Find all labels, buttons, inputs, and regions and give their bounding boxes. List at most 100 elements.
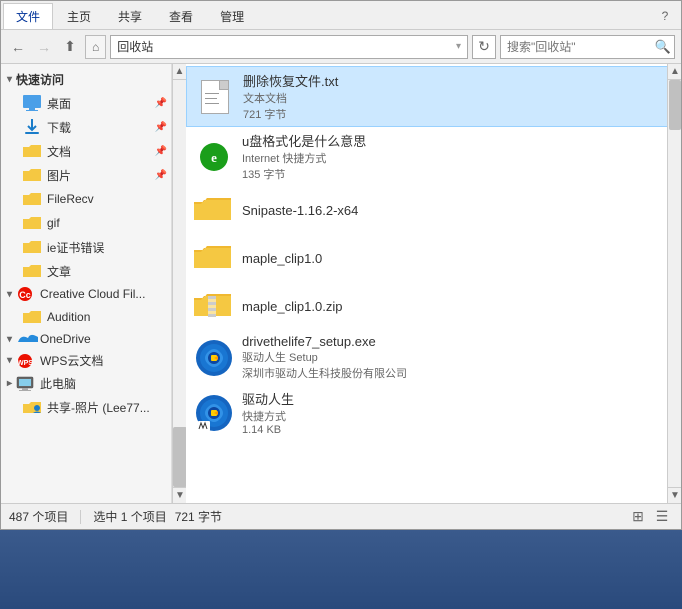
file-item-snipaste[interactable]: Snipaste-1.16.2-x64 [186, 186, 681, 234]
sidebar-item-article[interactable]: 文章 [1, 259, 171, 283]
file-meta-drivelife-setup: 驱动人生 Setup 深圳市驱动人生科技股份有限公司 [242, 349, 673, 381]
sidebar-scrollbar-thumb[interactable] [173, 427, 187, 487]
tab-share[interactable]: 共享 [105, 3, 155, 29]
ie-cert-folder-icon [23, 238, 41, 256]
sidebar-item-gif[interactable]: gif [1, 211, 171, 235]
help-button[interactable]: ? [653, 3, 677, 29]
sidebar-item-shared[interactable]: 共享-照片 (Lee77... [1, 395, 171, 419]
file-item-maple-zip[interactable]: maple_clip1.0.zip [186, 282, 681, 330]
file-item-usb-format[interactable]: e u盘格式化是什么意思 Internet 快捷方式 135 字节 [186, 127, 681, 186]
wps-label: WPS云文档 [40, 352, 103, 369]
file-item-drivelife-shortcut[interactable]: 驱动人生 快捷方式 1.14 KB [186, 385, 681, 440]
file-name-snipaste: Snipaste-1.16.2-x64 [242, 203, 673, 218]
file-meta-drivelife-shortcut: 快捷方式 1.14 KB [242, 408, 673, 436]
shared-folder-icon [23, 398, 41, 416]
content-scrollbar[interactable]: ▲ ▼ [667, 64, 681, 503]
creative-cloud-header[interactable]: ▾ Cc Creative Cloud Fil... [1, 283, 171, 305]
tab-view[interactable]: 查看 [156, 3, 206, 29]
creative-cloud-label: Creative Cloud Fil... [40, 287, 145, 301]
wps-icon: WPS [16, 353, 34, 369]
pin-icon-documents: 📌 [155, 146, 167, 157]
onedrive-icon [16, 332, 34, 346]
status-total: 487 个项目 [9, 508, 68, 525]
this-pc-arrow: ▸ [7, 378, 12, 389]
filerecv-folder-icon [23, 190, 41, 208]
file-info-drivelife-setup: drivethelife7_setup.exe 驱动人生 Setup 深圳市驱动… [242, 334, 673, 381]
sidebar-item-filerecv[interactable]: FileRecv [1, 187, 171, 211]
file-meta-delete-recover: 文本文档 721 字节 [243, 90, 672, 122]
sidebar-scroll-down[interactable]: ▼ [173, 487, 187, 503]
file-item-drivelife-setup[interactable]: drivethelife7_setup.exe 驱动人生 Setup 深圳市驱动… [186, 330, 681, 385]
search-input[interactable] [500, 35, 675, 59]
scrollbar-thumb[interactable] [669, 80, 681, 130]
sidebar-scrollbar[interactable]: ▼ [172, 64, 186, 503]
sidebar-item-downloads-label: 下载 [47, 119, 71, 136]
onedrive-arrow: ▾ [7, 334, 12, 345]
quick-access-label: 快速访问 [16, 71, 64, 88]
svg-text:e: e [211, 150, 217, 165]
address-path[interactable]: 回收站 ▾ [110, 35, 468, 59]
sidebar-item-shared-label: 共享-照片 (Lee77... [47, 399, 150, 416]
pictures-folder-icon [23, 166, 41, 184]
view-icons: ⊞ ☰ [627, 506, 673, 528]
up-button[interactable]: ⬆ [59, 36, 81, 58]
document-folder-icon [23, 142, 41, 160]
status-sep-1 [80, 510, 81, 524]
file-meta-usb-format: Internet 快捷方式 135 字节 [242, 150, 673, 182]
tab-file[interactable]: 文件 [3, 3, 53, 29]
wps-arrow: ▾ [7, 355, 12, 366]
wps-header[interactable]: ▾ WPS WPS云文档 [1, 349, 171, 372]
sidebar-item-gif-label: gif [47, 216, 60, 230]
search-icon[interactable]: 🔍 [655, 39, 671, 55]
sidebar-item-downloads[interactable]: 下载 📌 [1, 115, 171, 139]
this-pc-label: 此电脑 [40, 375, 76, 392]
computer-icon [16, 376, 34, 392]
sidebar-item-desktop[interactable]: 桌面 📌 [1, 91, 171, 115]
file-item-maple-clip[interactable]: maple_clip1.0 [186, 234, 681, 282]
svg-text:Cc: Cc [19, 290, 31, 300]
onedrive-header[interactable]: ▾ OneDrive [1, 329, 171, 349]
quick-access-header[interactable]: ▾ 快速访问 [1, 68, 171, 91]
ie-file-icon: e [194, 137, 234, 177]
sidebar-item-article-label: 文章 [47, 263, 71, 280]
file-info-delete-recover: 删除恢复文件.txt 文本文档 721 字节 [243, 71, 672, 122]
file-list: 删除恢复文件.txt 文本文档 721 字节 e [186, 64, 681, 442]
status-size: 721 字节 [175, 508, 222, 525]
sidebar-scroll-up[interactable]: ▲ [172, 64, 186, 80]
main-area: ▲ ▾ 快速访问 桌面 📌 [1, 64, 681, 503]
file-name-maple-zip: maple_clip1.0.zip [242, 299, 673, 314]
tab-home[interactable]: 主页 [54, 3, 104, 29]
sidebar-item-documents-label: 文档 [47, 143, 71, 160]
gif-folder-icon [23, 214, 41, 232]
this-pc-header[interactable]: ▸ 此电脑 [1, 372, 171, 395]
status-selected: 选中 1 个项目 [93, 508, 166, 525]
back-button[interactable]: ← [7, 36, 29, 58]
scroll-down-btn[interactable]: ▼ [668, 487, 681, 503]
sidebar-item-pictures-label: 图片 [47, 167, 71, 184]
file-info-snipaste: Snipaste-1.16.2-x64 [242, 203, 673, 218]
file-content-area: 删除恢复文件.txt 文本文档 721 字节 e [186, 64, 681, 503]
svg-text:WPS: WPS [17, 360, 33, 367]
forward-button[interactable]: → [33, 36, 55, 58]
address-dropdown[interactable]: ▾ [456, 41, 461, 52]
sidebar: ▾ 快速访问 桌面 📌 下载 📌 [1, 64, 172, 503]
ribbon-tabs: 文件 主页 共享 查看 管理 ? [1, 1, 681, 29]
sidebar-item-audition-label: Audition [47, 310, 90, 324]
sidebar-item-ie-cert[interactable]: ie证书错误 [1, 235, 171, 259]
creative-cloud-icon: Cc [16, 286, 34, 302]
maple-folder-icon [194, 238, 234, 278]
file-item-delete-recover[interactable]: 删除恢复文件.txt 文本文档 721 字节 [186, 66, 681, 127]
tab-manage[interactable]: 管理 [207, 3, 257, 29]
scroll-up-btn[interactable]: ▲ [668, 64, 681, 80]
snipaste-folder-icon [194, 190, 234, 230]
refresh-button[interactable]: ↻ [472, 35, 496, 59]
file-info-maple-zip: maple_clip1.0.zip [242, 299, 673, 314]
details-view-btn[interactable]: ☰ [651, 506, 673, 528]
address-bar: ← → ⬆ ⌂ 回收站 ▾ ↻ 🔍 [1, 30, 681, 64]
sidebar-item-audition[interactable]: Audition [1, 305, 171, 329]
large-icons-view-btn[interactable]: ⊞ [627, 506, 649, 528]
breadcrumb-home: ⌂ [85, 35, 106, 59]
file-info-usb-format: u盘格式化是什么意思 Internet 快捷方式 135 字节 [242, 131, 673, 182]
sidebar-item-pictures[interactable]: 图片 📌 [1, 163, 171, 187]
sidebar-item-documents[interactable]: 文档 📌 [1, 139, 171, 163]
